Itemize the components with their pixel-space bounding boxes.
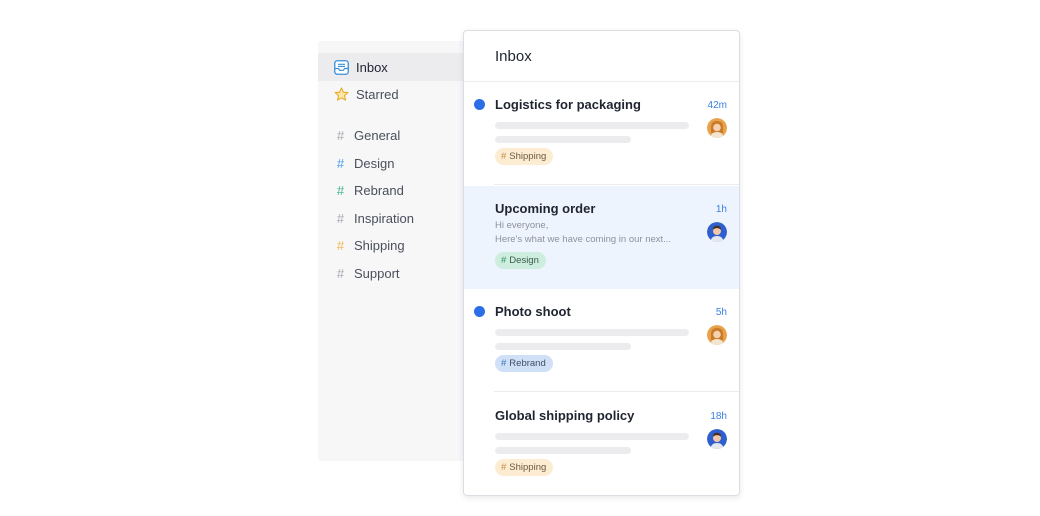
hash-icon: # [501, 151, 507, 162]
sidebar-item-rebrand[interactable]: # Rebrand [318, 176, 464, 204]
sidebar-item-shipping[interactable]: # Shipping [318, 231, 464, 259]
message-title: Global shipping policy [495, 408, 635, 423]
message-title: Upcoming order [495, 201, 596, 216]
hash-icon: # [336, 237, 345, 253]
preview-placeholder [495, 136, 631, 143]
hash-icon: # [336, 182, 345, 198]
sidebar-item-inbox[interactable]: Inbox [318, 53, 464, 81]
message-item-selected[interactable]: Upcoming order 1h Hi everyone, Here's wh… [464, 186, 739, 289]
tag-design[interactable]: # Design [495, 252, 546, 269]
preview-placeholder [495, 343, 631, 350]
man-avatar [707, 222, 727, 242]
hash-icon: # [336, 127, 345, 143]
divider [494, 184, 739, 185]
message-time: 5h [715, 307, 727, 318]
hash-icon: # [501, 462, 507, 473]
sidebar-item-label: Design [354, 155, 395, 171]
inbox-icon [334, 59, 349, 75]
unread-dot [474, 306, 485, 317]
tag-label: Shipping [509, 151, 547, 162]
star-icon [334, 86, 349, 102]
tag-rebrand[interactable]: # Rebrand [495, 355, 553, 372]
message-preview: Here's what we have coming in our next..… [495, 234, 672, 245]
sidebar-item-label: General [354, 127, 401, 143]
message-title: Photo shoot [495, 304, 571, 319]
message-time: 18h [710, 411, 727, 422]
preview-placeholder [495, 447, 631, 454]
tag-shipping[interactable]: # Shipping [495, 459, 554, 476]
woman-avatar [707, 325, 727, 345]
message-item[interactable]: Photo shoot 5h # Rebrand [464, 289, 739, 392]
sidebar-item-support[interactable]: # Support [318, 259, 464, 287]
sidebar-item-label: Inspiration [354, 210, 414, 226]
tag-label: Shipping [509, 462, 547, 473]
preview-placeholder [495, 329, 689, 336]
sidebar-item-label: Support [354, 265, 400, 281]
message-preview: Hi everyone, [495, 220, 549, 231]
sidebar-item-inspiration[interactable]: # Inspiration [318, 204, 464, 232]
sidebar: Inbox Starred # General # Design # Rebra… [318, 41, 478, 461]
message-item[interactable]: Global shipping policy 18h # Shipping [464, 393, 739, 495]
sidebar-item-design[interactable]: # Design [318, 149, 464, 177]
tag-shipping[interactable]: # Shipping [495, 148, 554, 165]
message-time: 1h [715, 204, 727, 215]
divider [494, 391, 739, 392]
tag-label: Rebrand [509, 358, 546, 369]
tag-label: Design [509, 255, 539, 266]
hash-icon: # [501, 255, 507, 266]
sidebar-item-starred[interactable]: Starred [318, 80, 464, 108]
sidebar-item-label: Starred [356, 86, 399, 102]
woman-avatar [707, 118, 727, 138]
man-avatar [707, 429, 727, 449]
hash-icon: # [336, 155, 345, 171]
preview-placeholder [495, 122, 689, 129]
message-item[interactable]: Logistics for packaging 42m # Shipping [464, 82, 739, 185]
inbox-panel: Inbox Logistics for packaging 42m # Ship… [463, 30, 740, 496]
unread-dot [474, 99, 485, 110]
sidebar-item-label: Inbox [356, 59, 388, 75]
panel-title: Inbox [495, 48, 532, 65]
sidebar-item-label: Shipping [354, 237, 405, 253]
message-title: Logistics for packaging [495, 97, 641, 112]
sidebar-item-general[interactable]: # General [318, 121, 464, 149]
sidebar-item-label: Rebrand [354, 182, 404, 198]
message-time: 42m [707, 100, 727, 111]
hash-icon: # [336, 265, 345, 281]
hash-icon: # [501, 358, 507, 369]
preview-placeholder [495, 433, 689, 440]
hash-icon: # [336, 210, 345, 226]
